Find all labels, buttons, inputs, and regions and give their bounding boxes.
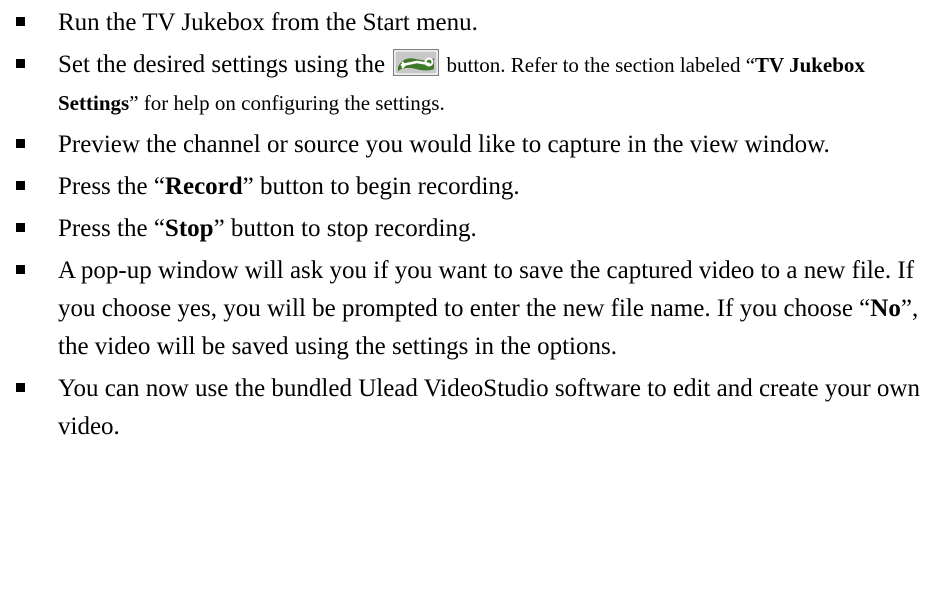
bullet-square-icon [16, 223, 25, 232]
step-text: Press the “ [58, 215, 165, 242]
bullet-square-icon [16, 181, 25, 190]
bullet-square-icon [16, 139, 25, 148]
step-text: You can now use the bundled Ulead VideoS… [58, 375, 920, 440]
step-text: ” for help on configuring the settings. [129, 91, 445, 115]
step-bold-text: Record [164, 173, 243, 200]
bullet-square-icon [16, 17, 25, 26]
document-page: Run the TV Jukebox from the Start menu. … [0, 0, 929, 614]
list-item: Run the TV Jukebox from the Start menu. [14, 4, 921, 42]
step-text: ” button to stop recording. [213, 215, 477, 242]
list-item: Set the desired settings using the butto… [14, 46, 921, 122]
step-bold-text: Stop [164, 215, 214, 242]
bullet-square-icon [16, 383, 25, 392]
list-item: Preview the channel or source you would … [14, 126, 921, 164]
step-text: button. Refer to the section labeled “ [441, 53, 756, 77]
step-text: Preview the channel or source you would … [58, 131, 830, 158]
list-item: You can now use the bundled Ulead VideoS… [14, 370, 921, 446]
step-text: ” button to begin recording. [242, 173, 520, 200]
step-text: A pop-up window will ask you if you want… [58, 257, 915, 322]
settings-wrench-button-icon [393, 49, 440, 76]
list-item: Press the “Stop” button to stop recordin… [14, 210, 921, 248]
instruction-list: Run the TV Jukebox from the Start menu. … [14, 4, 921, 446]
list-item: Press the “Record” button to begin recor… [14, 168, 921, 206]
step-text: Run the TV Jukebox from the Start menu. [58, 9, 478, 36]
bullet-square-icon [16, 59, 25, 68]
bullet-square-icon [16, 265, 25, 274]
list-item: A pop-up window will ask you if you want… [14, 252, 921, 366]
step-bold-text: No [870, 295, 901, 322]
step-text: Press the “ [58, 173, 165, 200]
step-text: Set the desired settings using the [58, 51, 392, 78]
